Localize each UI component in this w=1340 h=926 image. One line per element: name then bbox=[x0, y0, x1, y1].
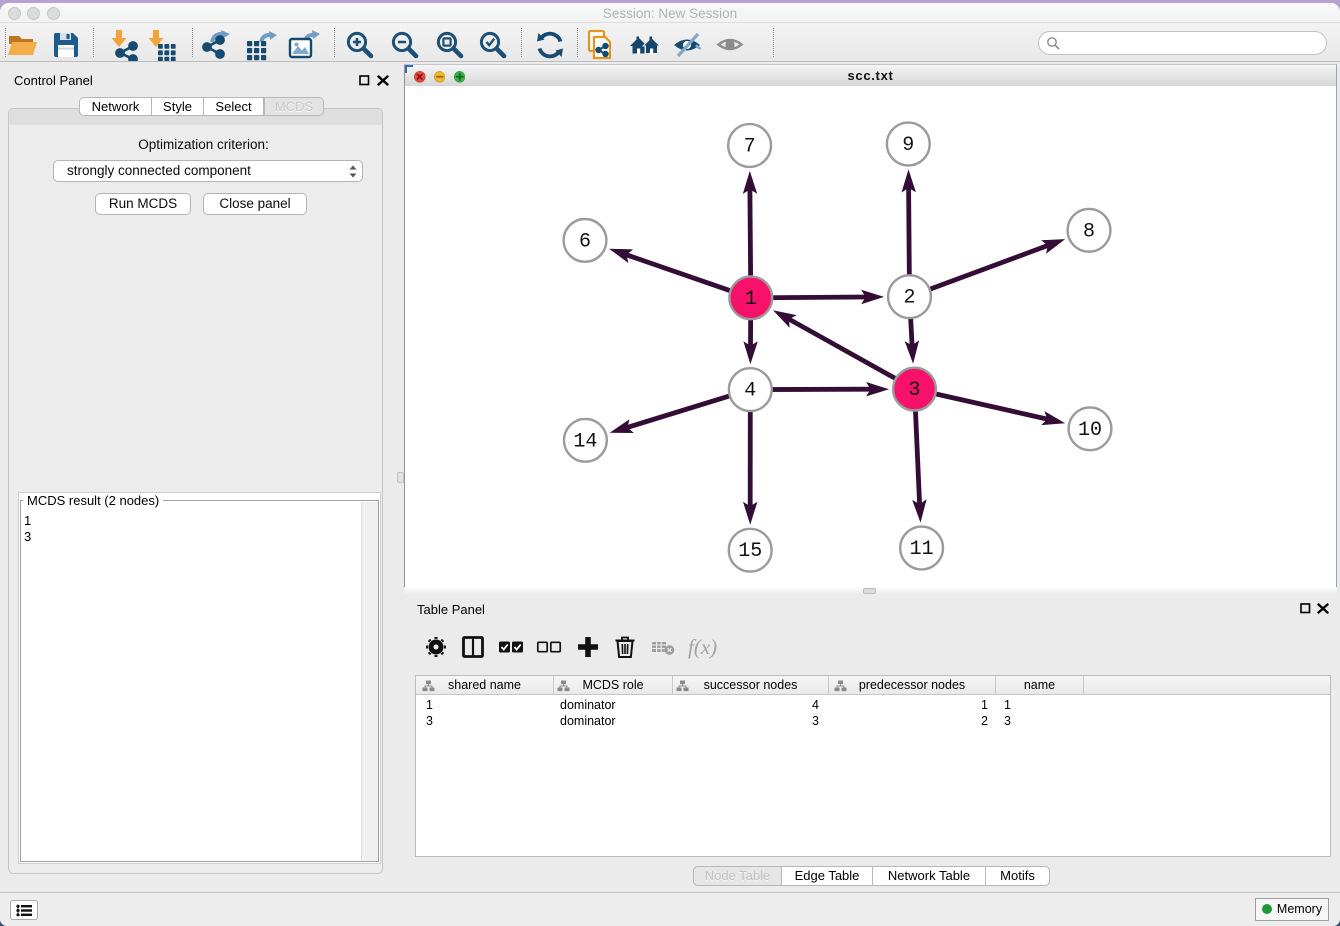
svg-text:3: 3 bbox=[908, 379, 920, 402]
svg-text:2: 2 bbox=[903, 287, 915, 310]
svg-text:6: 6 bbox=[579, 230, 591, 253]
svg-text:11: 11 bbox=[910, 538, 934, 561]
svg-text:8: 8 bbox=[1083, 220, 1095, 243]
svg-text:7: 7 bbox=[744, 136, 756, 159]
svg-text:4: 4 bbox=[744, 380, 756, 403]
svg-text:15: 15 bbox=[738, 540, 762, 563]
svg-text:10: 10 bbox=[1078, 419, 1102, 442]
svg-text:14: 14 bbox=[573, 430, 597, 453]
svg-text:1: 1 bbox=[745, 288, 757, 311]
svg-text:9: 9 bbox=[902, 134, 914, 157]
